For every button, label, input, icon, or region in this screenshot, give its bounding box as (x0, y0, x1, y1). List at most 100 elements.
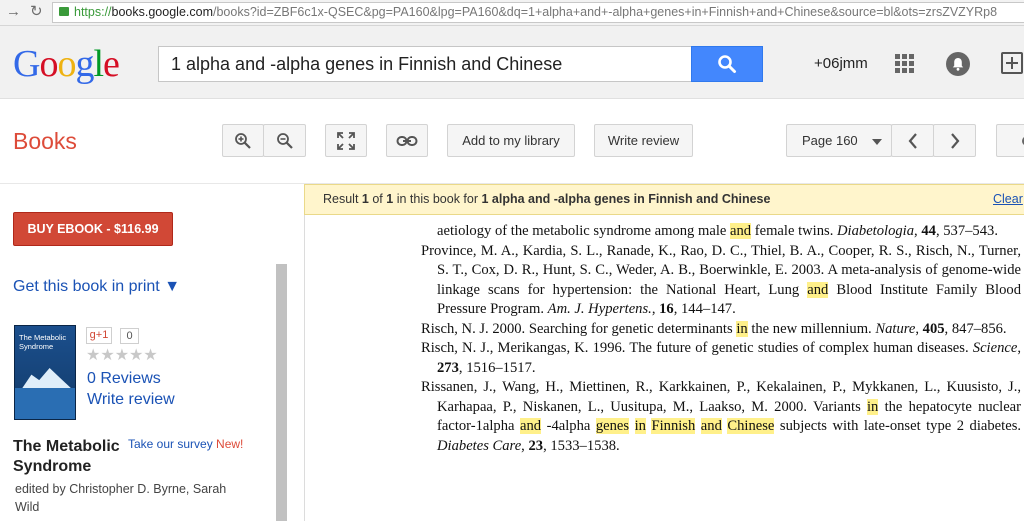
reload-icon[interactable]: ↻ (30, 3, 43, 21)
reference-text: Science (972, 340, 1018, 356)
reference-text: , (651, 301, 660, 317)
add-to-library-button[interactable]: Add to my library (447, 124, 575, 157)
new-badge: New! (216, 437, 244, 451)
next-page-button[interactable] (933, 124, 976, 157)
logo-letter: G (13, 43, 40, 85)
zoom-out-icon (276, 132, 293, 149)
logo-letter: o (57, 43, 76, 85)
highlighted-term: and (807, 281, 829, 298)
lock-icon (59, 7, 69, 16)
reference-text (695, 418, 701, 434)
highlighted-term: and (700, 418, 722, 434)
cover-iceberg-art (21, 368, 73, 390)
book-page-viewer[interactable]: aetiology of the metabolic syndrome amon… (304, 215, 1024, 521)
reference-text: Risch, N. J. 2000. Searching for genetic… (421, 320, 737, 337)
logo-letter: l (93, 43, 104, 85)
search-input[interactable] (158, 46, 692, 82)
reference-text: 16 (659, 301, 674, 317)
reference-text: Am. J. Hypertens. (547, 301, 652, 317)
search-result-bar: Result 1 of 1 in this book for 1 alpha a… (304, 184, 1024, 215)
reference-text: Diabetologia (837, 223, 915, 239)
logo-letter: o (39, 43, 58, 85)
reference-text: 44 (921, 223, 936, 239)
gear-icon (1022, 136, 1024, 145)
reference-entry: aetiology of the metabolic syndrome amon… (421, 222, 1021, 242)
result-query: 1 alpha and -alpha genes in Finnish and … (481, 192, 771, 206)
forward-icon[interactable]: → (6, 3, 21, 21)
reference-text: , 1533–1538. (543, 437, 620, 454)
notifications-bell-icon[interactable] (946, 52, 970, 76)
star-icon: ★ (114, 347, 130, 364)
cover-title: The Metabolic Syndrome (19, 333, 67, 351)
highlighted-term: and (730, 223, 752, 239)
reference-text: , 847–856. (944, 320, 1007, 337)
reference-text (629, 418, 635, 434)
logo-letter: g (75, 43, 94, 85)
reference-entry: Risch, N. J. 2000. Searching for genetic… (421, 320, 1021, 340)
star-rating[interactable]: ★★★★★ (86, 345, 158, 365)
zoom-in-icon (235, 132, 251, 149)
google-logo[interactable]: Google (13, 43, 120, 85)
highlighted-term: in (867, 398, 879, 415)
chevron-right-icon (950, 132, 959, 149)
reference-text: the new millennium. (747, 320, 876, 337)
get-book-in-print-link[interactable]: Get this book in print ▼ (13, 278, 180, 296)
address-bar[interactable]: https://books.google.com/books?id=ZBF6c1… (52, 2, 1024, 23)
result-prefix: Result (323, 192, 359, 206)
highlighted-term: Chinese (727, 418, 775, 434)
reference-text: subjects with late-onset type 2 diabetes… (774, 418, 1022, 434)
book-cover[interactable]: The Metabolic Syndrome (14, 325, 76, 420)
link-button[interactable] (386, 124, 428, 157)
survey-link[interactable]: Take our survey New! (128, 437, 243, 451)
write-review-button[interactable]: Write review (594, 124, 693, 157)
plus-one-count: 0 (120, 328, 139, 344)
reference-text: aetiology of the metabolic syndrome amon… (437, 223, 731, 239)
reference-text: Nature (875, 320, 916, 337)
google-header: Google +06jmm (0, 26, 1024, 99)
reference-text: 273 (437, 359, 459, 376)
star-icon: ★ (143, 347, 158, 364)
write-review-link[interactable]: Write review (87, 391, 175, 409)
link-icon (396, 135, 418, 146)
buy-ebook-button[interactable]: BUY EBOOK - $116.99 (13, 212, 173, 246)
highlighted-term: in (736, 320, 748, 337)
previous-page-button[interactable] (891, 124, 934, 157)
reference-entry: Province, M. A., Kardia, S. L., Ranade, … (421, 242, 1021, 320)
highlighted-term: in (634, 418, 646, 434)
highlighted-term: and (520, 418, 542, 434)
reviews-link[interactable]: 0 Reviews (87, 370, 161, 388)
reference-entry: Rissanen, J., Wang, H., Miettinen, R., K… (421, 378, 1021, 456)
search-button[interactable] (691, 46, 763, 82)
url-host: books.google.com (111, 5, 213, 19)
chevron-left-icon (908, 132, 917, 149)
reference-text: female twins. (751, 223, 838, 239)
reference-text: , 1516–1517. (458, 359, 536, 376)
clear-search-link[interactable]: Clear (993, 192, 1023, 206)
reference-text: Diabetes Care (437, 437, 522, 454)
account-name[interactable]: +06jmm (814, 55, 868, 72)
result-index: 1 (361, 192, 369, 206)
dropdown-arrow-icon (872, 139, 882, 145)
page-select[interactable]: Page 160 (786, 124, 892, 157)
settings-button[interactable] (996, 124, 1024, 157)
zoom-out-button[interactable] (263, 124, 306, 157)
google-plus-one-button[interactable]: g+1 (86, 327, 112, 344)
reference-text: 405 (922, 320, 945, 337)
result-of: of (372, 192, 383, 206)
reference-text: 23 (528, 437, 544, 454)
zoom-in-button[interactable] (222, 124, 264, 157)
star-icon: ★ (100, 347, 115, 364)
survey-label: Take our survey (128, 437, 213, 451)
reference-text: -4alpha (541, 418, 596, 434)
url-path: /books?id=ZBF6c1x-QSEC&pg=PA160&lpg=PA16… (212, 5, 998, 19)
reference-text: , (1017, 340, 1021, 356)
books-section-title[interactable]: Books (13, 128, 77, 155)
share-plus-icon[interactable] (1001, 52, 1023, 74)
fullscreen-button[interactable] (325, 124, 367, 157)
star-icon: ★ (86, 347, 101, 364)
result-middle: in this book for (396, 192, 479, 206)
sidebar-scrollbar[interactable] (276, 264, 287, 521)
apps-grid-icon[interactable] (895, 54, 915, 74)
reference-text: , 537–543. (935, 223, 998, 239)
browser-toolbar: → ↻ https://books.google.com/books?id=ZB… (0, 0, 1024, 26)
